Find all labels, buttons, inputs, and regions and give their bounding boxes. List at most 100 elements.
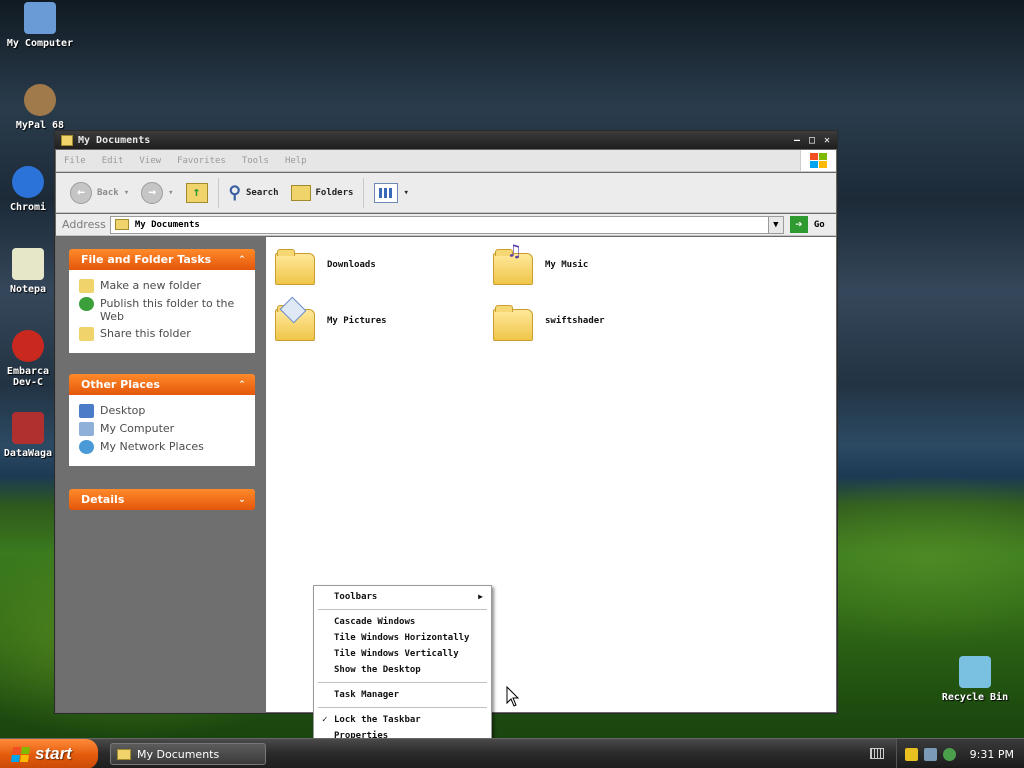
- security-shield-icon[interactable]: [905, 747, 918, 761]
- publish-web-icon: [79, 297, 94, 311]
- refresh-icon[interactable]: [943, 747, 956, 761]
- place-label: My Network Places: [100, 440, 204, 453]
- folder-item[interactable]: swiftshader: [493, 303, 605, 341]
- menu-item-lock-taskbar[interactable]: ✓ Lock the Taskbar: [316, 712, 489, 728]
- go-label: Go: [813, 219, 825, 230]
- chevron-down-icon[interactable]: ▾: [168, 188, 173, 198]
- menu-tools[interactable]: Tools: [234, 156, 277, 166]
- address-label: Address: [62, 218, 106, 231]
- new-folder-icon: [79, 279, 94, 293]
- desktop-icon-datawaga[interactable]: DataWaga: [2, 412, 54, 459]
- toolbar: ← Back ▾ → ▾ ↑ ⚲ Search Folders ▾: [56, 173, 836, 213]
- folder-icon: [275, 247, 315, 285]
- menu-item-label: Show the Desktop: [334, 665, 421, 675]
- go-button[interactable]: ➔ Go: [789, 216, 825, 233]
- folder-icon: [114, 219, 129, 230]
- windows-logo-icon: [10, 746, 31, 762]
- dev-cpp-icon: [12, 330, 44, 362]
- network-icon: [79, 440, 94, 454]
- search-button[interactable]: ⚲ Search: [223, 183, 285, 203]
- recycle-bin-icon: [959, 656, 991, 688]
- desktop-icon-mypal[interactable]: MyPal 68: [2, 84, 78, 131]
- address-bar: Address My Documents ▼ ➔ Go: [56, 214, 836, 236]
- menu-item-label: Cascade Windows: [334, 617, 416, 627]
- menu-help[interactable]: Help: [277, 156, 315, 166]
- folder-name: My Pictures: [327, 316, 387, 326]
- menu-favorites[interactable]: Favorites: [169, 156, 234, 166]
- desktop-icon-label: Chromi: [9, 202, 47, 213]
- pictures-folder-icon: [275, 296, 315, 341]
- chevron-up-icon[interactable]: ⌃: [235, 253, 249, 267]
- desktop-icon-chromium[interactable]: Chromi: [2, 166, 54, 213]
- task-label: Make a new folder: [100, 279, 201, 292]
- folders-label: Folders: [315, 187, 354, 198]
- taskbar-button-my-documents[interactable]: My Documents: [110, 743, 266, 765]
- menu-item-cascade[interactable]: Cascade Windows: [316, 614, 489, 630]
- chevron-down-icon[interactable]: ▼: [767, 216, 783, 233]
- taskbar[interactable]: start My Documents 9:31 PM: [0, 738, 1024, 768]
- folders-button[interactable]: Folders: [285, 184, 360, 201]
- keyboard-icon[interactable]: [870, 748, 884, 759]
- details-panel: Details ⌄: [69, 489, 255, 510]
- place-my-computer[interactable]: My Computer: [79, 422, 245, 436]
- chevron-down-icon[interactable]: ⌄: [235, 493, 249, 507]
- back-label: Back: [97, 187, 119, 198]
- views-button[interactable]: ▾: [368, 182, 414, 203]
- folder-item[interactable]: ♫ My Music: [493, 241, 588, 285]
- menu-item-toolbars[interactable]: Toolbars ▶: [316, 589, 489, 605]
- computer-icon: [24, 2, 56, 34]
- network-icon[interactable]: [924, 747, 937, 761]
- menu-item-tile-horizontal[interactable]: Tile Windows Horizontally: [316, 630, 489, 646]
- address-input[interactable]: My Documents ▼: [109, 215, 784, 234]
- notepad-icon: [12, 248, 44, 280]
- folder-icon: [61, 134, 73, 146]
- forward-arrow-icon: →: [141, 181, 164, 204]
- menu-view[interactable]: View: [131, 156, 169, 166]
- desktop-icon-notepad[interactable]: Notepa: [2, 248, 54, 295]
- task-label: Share this folder: [100, 327, 191, 340]
- menu-item-task-manager[interactable]: Task Manager: [316, 687, 489, 703]
- go-arrow-icon: ➔: [789, 216, 808, 233]
- window-titlebar[interactable]: My Documents – □ ✕: [55, 131, 837, 149]
- menu-item-label: Toolbars: [334, 592, 378, 602]
- task-publish-folder[interactable]: Publish this folder to the Web: [79, 297, 245, 323]
- menu-item-label: Tile Windows Vertically: [334, 649, 459, 659]
- menu-item-label: Lock the Taskbar: [334, 715, 421, 725]
- maximize-button[interactable]: □: [806, 135, 818, 146]
- place-my-network[interactable]: My Network Places: [79, 440, 245, 454]
- menu-file[interactable]: File: [56, 156, 94, 166]
- minimize-button[interactable]: –: [791, 135, 803, 146]
- chromium-icon: [12, 166, 44, 198]
- chevron-down-icon[interactable]: ▾: [124, 188, 129, 198]
- menu-item-tile-vertical[interactable]: Tile Windows Vertically: [316, 646, 489, 662]
- back-button[interactable]: ← Back ▾: [64, 181, 135, 204]
- chevron-up-icon[interactable]: ⌃: [235, 378, 249, 392]
- folder-item[interactable]: My Pictures: [275, 296, 387, 341]
- desktop-icon-my-computer[interactable]: My Computer: [2, 2, 78, 49]
- chevron-down-icon[interactable]: ▾: [403, 188, 408, 198]
- menu-edit[interactable]: Edit: [94, 156, 132, 166]
- menu-item-label: Tile Windows Horizontally: [334, 633, 470, 643]
- menu-item-show-desktop[interactable]: Show the Desktop: [316, 662, 489, 678]
- panel-header[interactable]: Other Places ⌃: [69, 374, 255, 395]
- up-button[interactable]: ↑: [180, 182, 214, 203]
- panel-header[interactable]: File and Folder Tasks ⌃: [69, 249, 255, 270]
- task-make-new-folder[interactable]: Make a new folder: [79, 279, 245, 293]
- task-share-folder[interactable]: Share this folder: [79, 327, 245, 341]
- desktop-icon-recycle-bin[interactable]: Recycle Bin: [937, 656, 1013, 703]
- address-value: My Documents: [134, 219, 200, 230]
- task-label: My Documents: [137, 747, 220, 761]
- system-tray: 9:31 PM: [896, 739, 1024, 768]
- panel-title: Details: [81, 493, 125, 506]
- desktop-icon-dev-cpp[interactable]: Embarca Dev-C: [0, 330, 56, 388]
- toolbar-separator: [217, 177, 219, 208]
- search-icon: ⚲: [228, 182, 241, 203]
- music-folder-icon: ♫: [493, 241, 533, 285]
- folder-item[interactable]: Downloads: [275, 247, 376, 285]
- start-button[interactable]: start: [0, 739, 98, 768]
- forward-button[interactable]: → ▾: [135, 181, 179, 204]
- panel-header[interactable]: Details ⌄: [69, 489, 255, 510]
- place-desktop[interactable]: Desktop: [79, 404, 245, 418]
- close-button[interactable]: ✕: [821, 135, 833, 146]
- clock[interactable]: 9:31 PM: [970, 748, 1024, 761]
